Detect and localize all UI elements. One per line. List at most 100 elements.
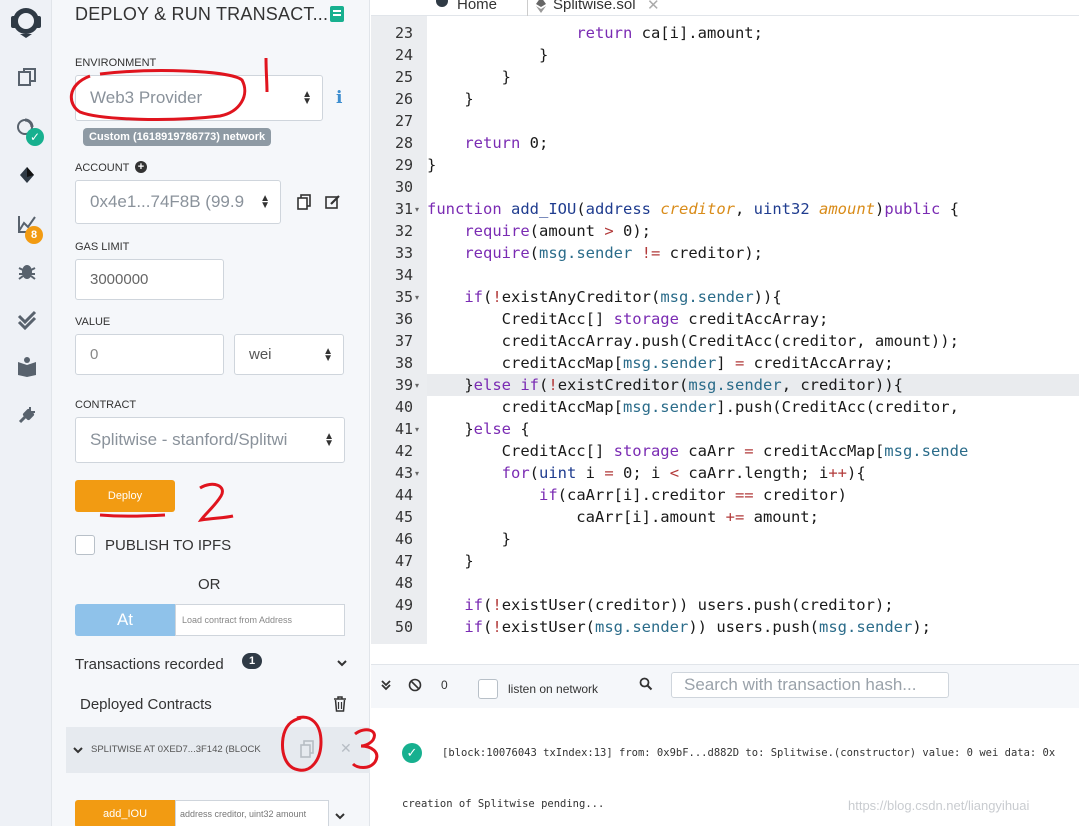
deploy-run-icon[interactable] [14,164,40,190]
home-logo-icon [436,0,448,7]
publish-ipfs-checkbox[interactable] [75,535,95,555]
double-chevron-down-icon[interactable] [380,679,392,691]
transactions-recorded-label[interactable]: Transactions recorded [75,656,224,673]
code-editor[interactable]: return ca[i].amount; } } } return 0; } f… [427,16,1079,644]
environment-value: Web3 Provider [90,88,203,107]
code-line-40: creditAccMap[msg.sender].push(CreditAcc(… [427,398,959,416]
debugger-bug-icon[interactable] [14,260,40,286]
code-line-36: CreditAcc[] storage creditAccArray; [427,310,829,328]
line-number: 25 [394,68,413,86]
compile-success-icon: ✓ [26,128,44,146]
deploy-button[interactable]: Deploy [75,480,175,512]
line-number: 28 [394,134,413,152]
add-iou-input[interactable]: address creditor, uint32 amount [175,800,329,826]
fold-arrow-icon[interactable]: ▾ [415,381,419,390]
tab-close-icon[interactable]: ✕ [647,0,660,14]
clear-console-icon[interactable] [408,678,422,692]
remix-logo-icon[interactable] [6,2,46,38]
pending-tx-count: 0 [441,678,448,692]
file-explorer-icon[interactable] [14,66,40,92]
code-line-26: } [427,90,474,108]
code-line-38: creditAccMap[msg.sender] = creditAccArra… [427,354,894,372]
code-line-31: function add_IOU(address creditor, uint3… [427,200,960,218]
info-icon[interactable]: i [336,88,342,108]
code-line-32: require(amount > 0); [464,222,652,240]
tab-splitwise-sol[interactable]: Splitwise.sol [553,0,636,13]
close-icon[interactable]: ✕ [340,740,352,757]
code-line-41: }else { [427,420,530,438]
code-line-42: CreditAcc[] storage caArr = creditAccMap… [427,442,969,460]
create-account-plus-icon[interactable]: + [135,161,147,173]
environment-label: ENVIRONMENT [75,57,157,69]
line-number: 30 [394,178,413,196]
transactions-count-badge: 1 [242,653,262,669]
line-number: 32 [394,222,413,240]
line-number: 43 [394,464,413,482]
code-line-37: creditAccArray.push(CreditAcc(creditor, … [427,332,959,350]
contract-select[interactable]: Splitwise - stanford/Splitwi ▲ ▼ [75,417,345,463]
code-line-24: } [427,46,549,64]
chevron-down-icon[interactable] [334,810,346,822]
account-value: 0x4e1...74F8B (99.9 [90,192,245,211]
line-number: 31 [394,200,413,218]
network-tag: Custom (1618919786773) network [83,128,272,146]
deploy-run-panel: DEPLOY & RUN TRANSACT... ENVIRONMENT Web… [52,0,370,826]
line-number: 24 [394,46,413,64]
deployed-contract-row[interactable]: SPLITWISE AT 0XED7...3F142 (BLOCK ✕ [66,727,370,773]
select-arrow-icon: ▲ ▼ [302,89,312,107]
fold-arrow-icon[interactable]: ▾ [415,469,419,478]
copy-address-icon[interactable] [299,740,315,758]
code-line-35: if(!existAnyCreditor(msg.sender)){ [464,288,782,306]
at-address-button[interactable]: At [75,604,175,636]
code-line-33: require(msg.sender != creditor); [464,244,763,262]
line-number: 45 [394,508,413,526]
publish-ipfs-label: PUBLISH TO IPFS [105,537,232,554]
line-number: 26 [394,90,413,108]
listen-network-checkbox[interactable] [478,679,498,699]
line-number: 46 [394,530,413,548]
account-select[interactable]: 0x4e1...74F8B (99.9 ▲ ▼ [75,180,281,224]
tab-home[interactable]: Home [457,0,497,13]
code-line-45: caArr[i].amount += amount; [427,508,819,526]
fold-arrow-icon[interactable]: ▾ [415,205,419,214]
tx-log-line[interactable]: [block:10076043 txIndex:13] from: 0x9bF.… [442,747,1079,759]
testing-check-icon[interactable] [14,308,40,334]
plugin-manager-icon[interactable] [14,404,40,430]
edit-icon[interactable] [325,194,341,210]
expand-chevron-icon[interactable] [73,745,83,755]
value-input[interactable]: 0 [75,334,224,375]
chevron-down-icon[interactable] [334,657,350,673]
code-line-46: } [427,530,511,548]
line-number: 37 [394,332,413,350]
value-unit-select[interactable]: wei ▲ ▼ [234,334,344,375]
code-line-43: for(uint i = 0; i < caArr.length; i++){ [501,464,866,482]
code-line-39: }else if(!existCreditor(msg.sender, cred… [427,376,904,394]
code-line-49: if(!existUser(creditor)) users.push(cred… [464,596,894,614]
add-iou-button[interactable]: add_IOU [75,800,175,826]
line-number: 27 [394,112,413,130]
environment-select[interactable]: Web3 Provider ▲ ▼ [75,75,323,121]
line-number: 40 [394,398,413,416]
line-number-gutter: 23 24 25 26 27 28 29 30 31 ▾ 32 33 34 35 ▾ 36 37 38 39 ▾ 40 4… [371,16,427,644]
success-check-icon: ✓ [402,743,422,763]
gas-limit-input[interactable]: 3000000 [75,259,224,300]
code-line-25: } [427,68,511,86]
annotation-number-2: 2 [200,485,201,486]
value-label: VALUE [75,316,111,328]
editor-tab-bar: Home Splitwise.sol ✕ [371,0,1079,16]
fold-arrow-icon[interactable]: ▾ [415,425,419,434]
select-arrow-icon: ▲ ▼ [324,431,334,449]
deployed-contract-address: SPLITWISE AT 0XED7...3F142 (BLOCK [91,744,261,755]
line-number: 41 [394,420,413,438]
documentation-icon[interactable] [330,6,344,22]
search-icon [639,677,653,691]
fold-arrow-icon[interactable]: ▾ [415,293,419,302]
watermark: https://blog.csdn.net/liangyihuai [848,798,1030,813]
copy-icon[interactable] [296,194,312,210]
load-address-input[interactable]: Load contract from Address [175,604,345,636]
learneth-book-icon[interactable] [14,356,40,382]
contract-label: CONTRACT [75,399,137,411]
trash-icon[interactable] [332,696,348,712]
transaction-search-input[interactable]: Search with transaction hash... [671,672,949,698]
line-number: 38 [394,354,413,372]
